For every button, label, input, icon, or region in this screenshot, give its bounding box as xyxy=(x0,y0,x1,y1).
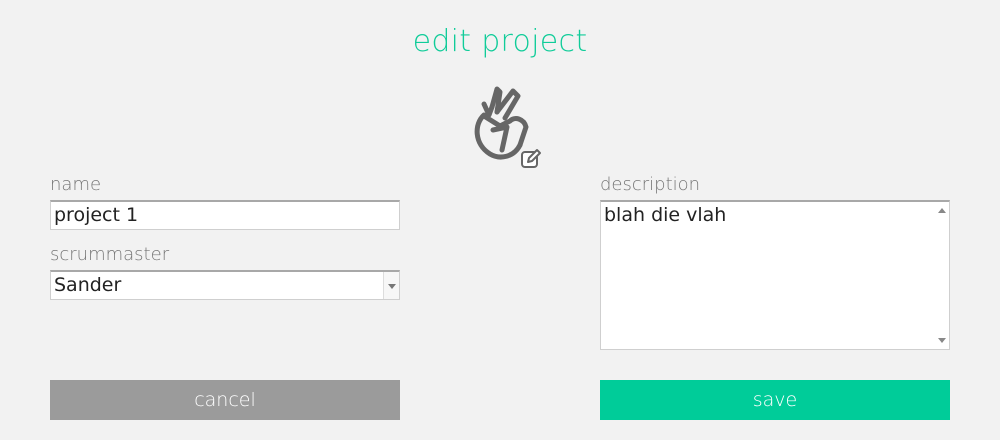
name-input[interactable]: project 1 xyxy=(50,200,400,230)
scrummaster-label: scrummaster xyxy=(50,244,170,265)
scroll-up-icon[interactable] xyxy=(938,208,946,213)
scroll-down-icon[interactable] xyxy=(938,338,946,343)
scrummaster-selected-value: Sander xyxy=(54,274,122,296)
edit-pencil-icon xyxy=(521,149,541,168)
page-title: edit project xyxy=(412,24,588,59)
description-scrollbar[interactable] xyxy=(934,202,949,349)
scrummaster-select[interactable]: Sander xyxy=(50,270,400,300)
save-button[interactable]: save xyxy=(600,380,950,420)
description-label: description xyxy=(600,174,701,195)
cancel-button[interactable]: cancel xyxy=(50,380,400,420)
chevron-down-icon[interactable] xyxy=(383,272,399,299)
description-text: blah die vlah xyxy=(604,204,727,226)
name-label: name xyxy=(50,174,102,195)
description-textarea[interactable]: blah die vlah xyxy=(600,200,950,350)
project-logo[interactable] xyxy=(466,84,550,168)
